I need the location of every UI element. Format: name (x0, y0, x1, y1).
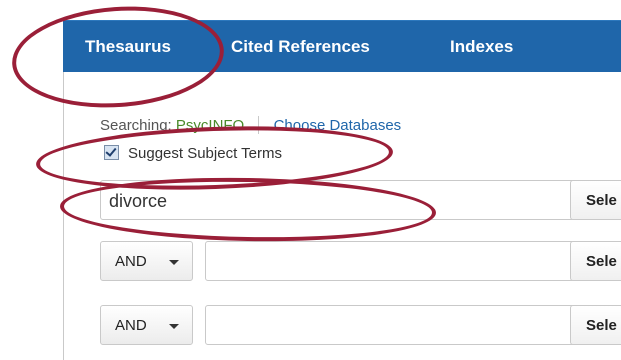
top-nav-bar: Thesaurus Cited References Indexes (63, 20, 621, 73)
suggest-subject-terms-checkbox[interactable] (104, 145, 119, 160)
select-field-button-2[interactable]: Sele (570, 241, 621, 281)
search-input-2[interactable] (205, 241, 575, 281)
operator-label-3: AND (115, 317, 147, 334)
tab-thesaurus[interactable]: Thesaurus (85, 37, 171, 57)
select-field-button-3[interactable]: Sele (570, 305, 621, 345)
search-input-3[interactable] (205, 305, 575, 345)
database-name: PsycINFO (175, 117, 245, 134)
boolean-operator-dropdown-3[interactable]: AND (100, 305, 193, 345)
choose-databases-link[interactable]: Choose Databases (274, 117, 402, 134)
tab-cited-references[interactable]: Cited References (231, 37, 370, 57)
select-field-button-1[interactable]: Sele (570, 180, 621, 220)
select-field-label-2: Sele (586, 253, 617, 270)
caret-down-icon (169, 260, 179, 265)
operator-label-2: AND (115, 253, 147, 270)
select-field-label-1: Sele (586, 192, 617, 209)
searching-line: Searching: PsycINFO Choose Databases (100, 116, 401, 134)
search-input-1[interactable]: divorce (100, 180, 575, 220)
suggest-subject-terms-label: Suggest Subject Terms (128, 145, 282, 162)
select-field-label-3: Sele (586, 317, 617, 334)
search-input-1-value: divorce (109, 191, 168, 211)
boolean-operator-dropdown-2[interactable]: AND (100, 241, 193, 281)
searching-label: Searching: (100, 117, 172, 134)
suggest-subject-terms[interactable]: Suggest Subject Terms (104, 145, 282, 162)
caret-down-icon (169, 324, 179, 329)
divider (258, 116, 260, 134)
tab-indexes[interactable]: Indexes (450, 37, 513, 57)
